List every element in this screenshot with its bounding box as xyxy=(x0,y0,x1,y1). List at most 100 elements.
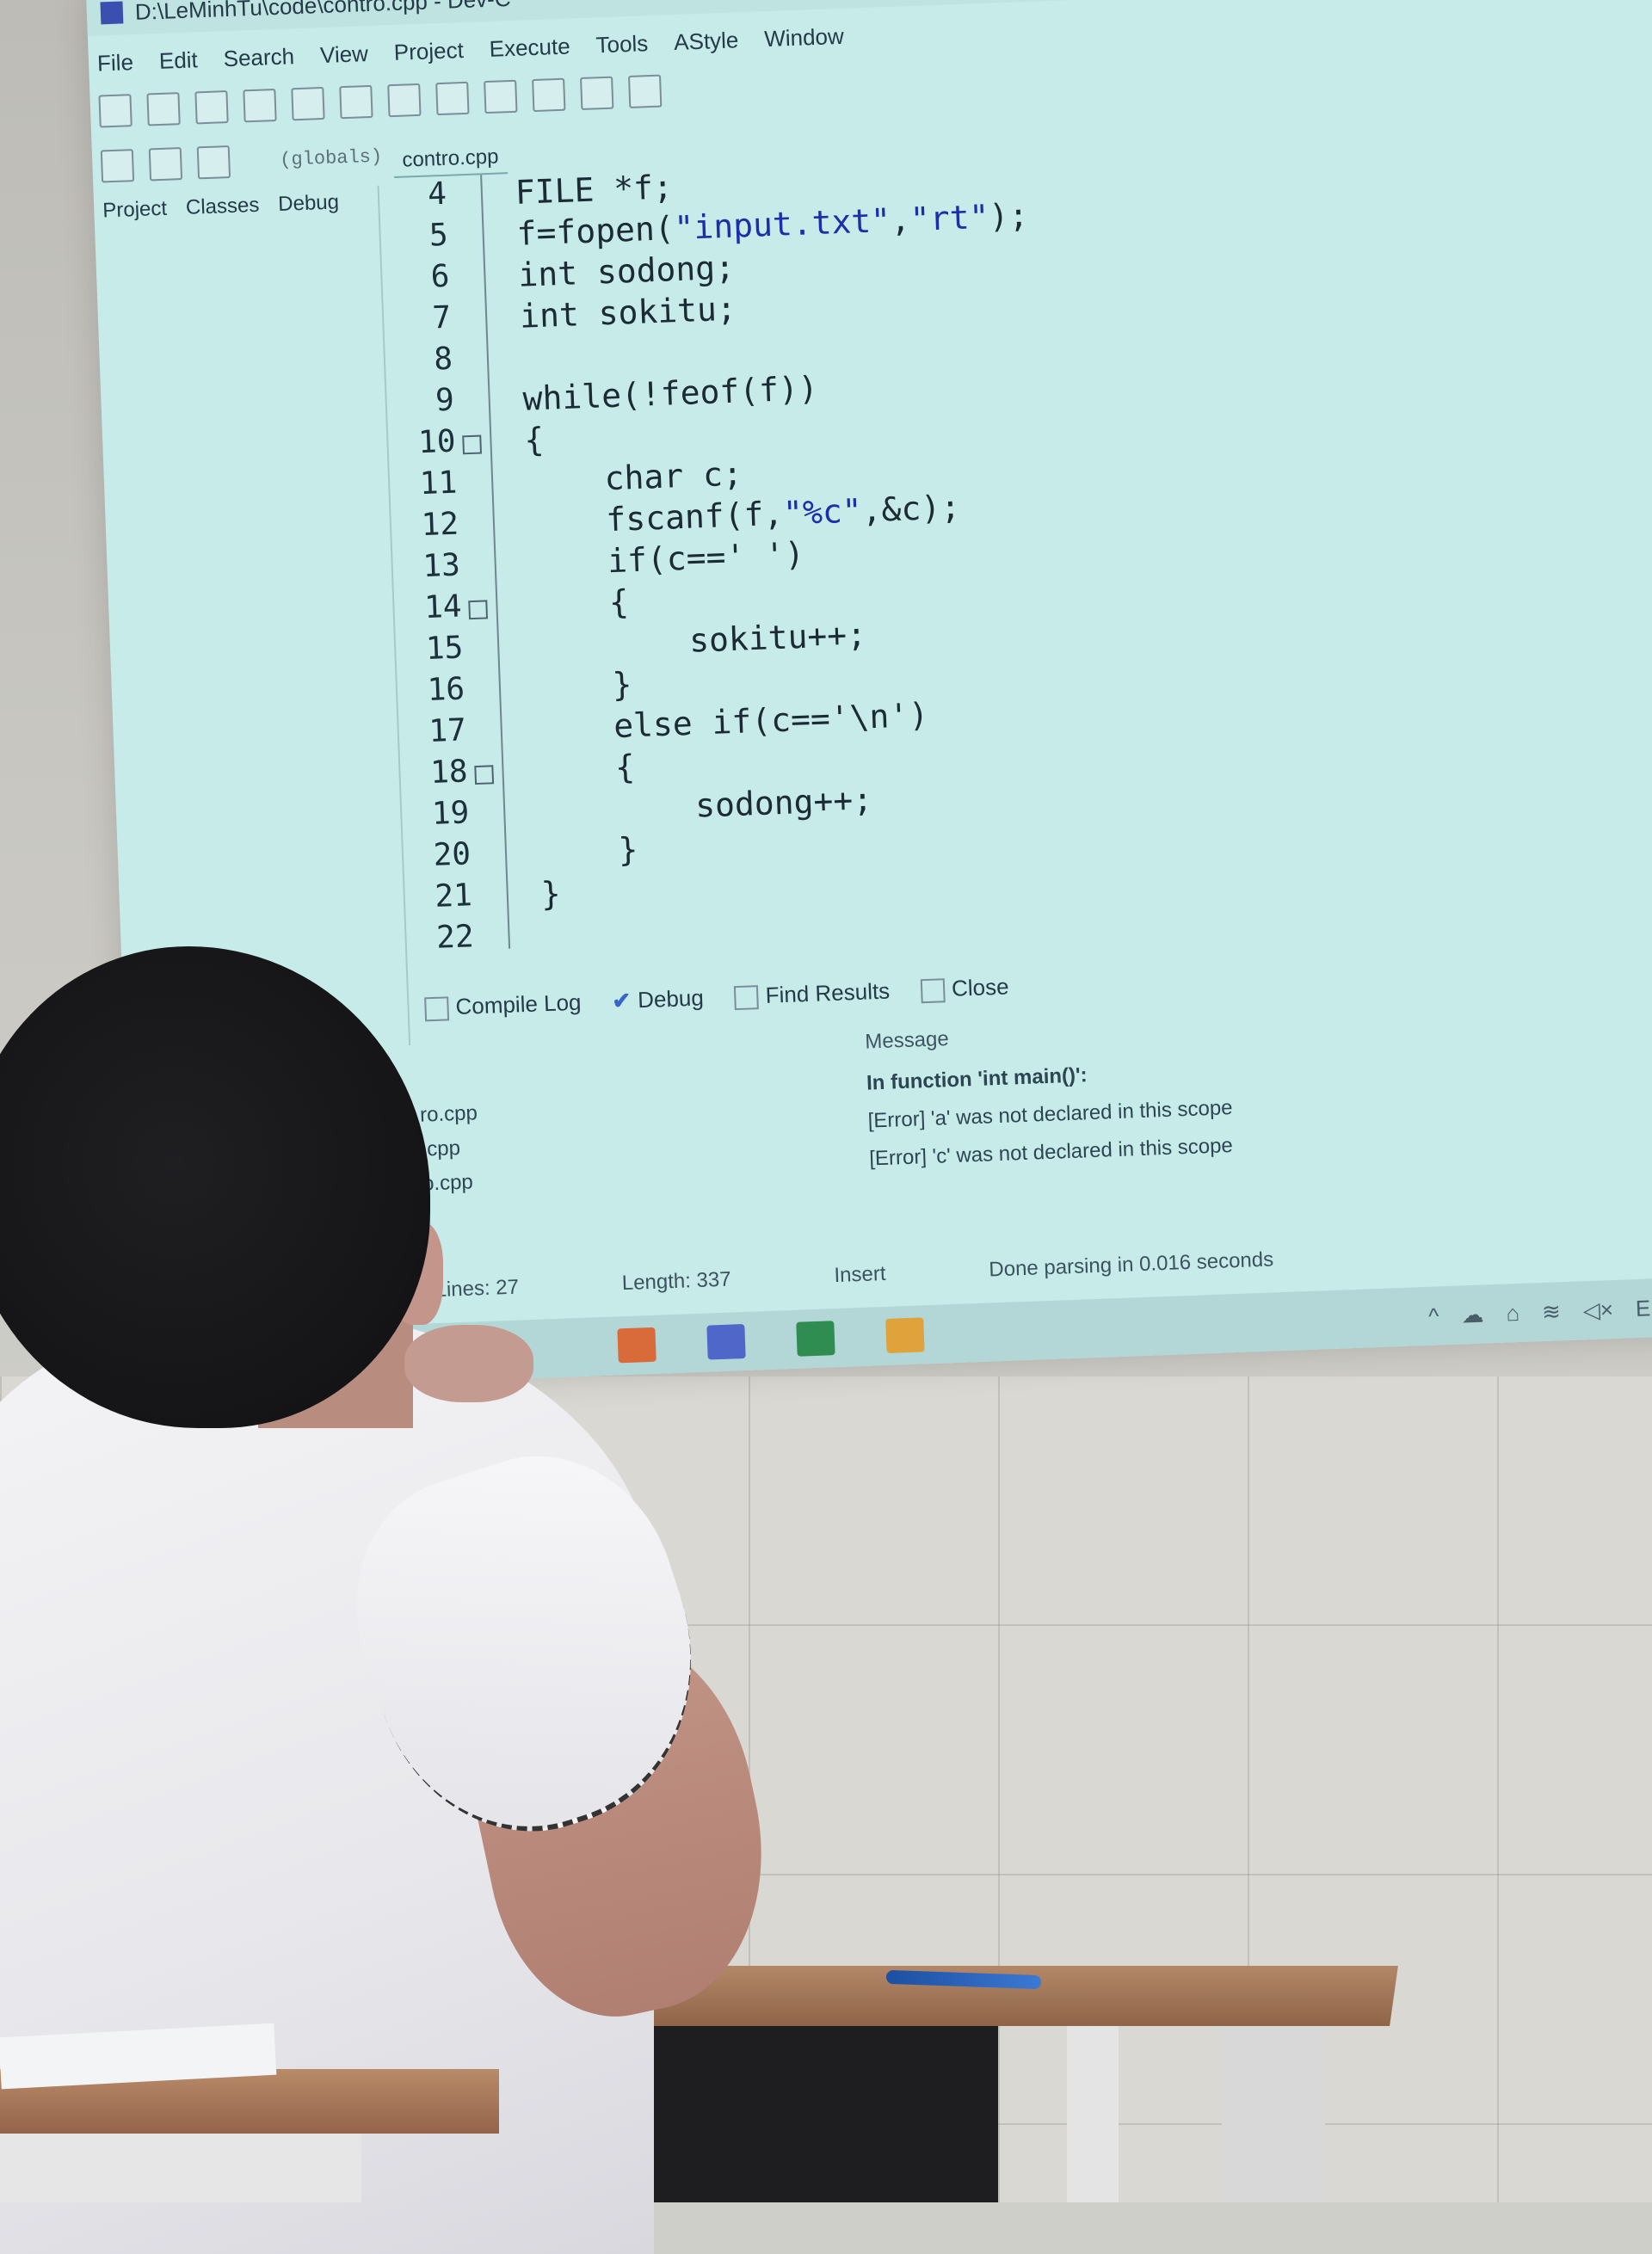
save-all-icon[interactable] xyxy=(243,89,277,123)
find-results-label: Find Results xyxy=(765,977,891,1008)
menu-execute[interactable]: Execute xyxy=(489,33,570,62)
project-remove-icon[interactable] xyxy=(196,145,231,180)
indent-icon[interactable] xyxy=(580,76,614,111)
code-text: { xyxy=(529,582,630,625)
tab-classes[interactable]: Classes xyxy=(185,194,259,220)
menu-file[interactable]: File xyxy=(97,49,134,77)
print-icon[interactable] xyxy=(339,84,373,120)
status-bar: Lines: 27 Length: 337 Insert Done parsin… xyxy=(435,1247,1273,1303)
language-indicator[interactable]: ENG xyxy=(1635,1293,1652,1321)
fold-toggle-icon[interactable] xyxy=(462,434,483,455)
line-number: 14 xyxy=(423,588,463,626)
line-number: 15 xyxy=(425,630,465,668)
line-number: 16 xyxy=(426,671,465,708)
line-number: 8 xyxy=(433,341,453,378)
status-mode: Insert xyxy=(833,1261,886,1288)
desk-leg xyxy=(1067,2022,1119,2202)
tab-debug[interactable]: Debug xyxy=(278,190,340,217)
code-text: int sokitu; xyxy=(519,289,737,336)
menu-view[interactable]: View xyxy=(319,40,368,69)
wifi-icon[interactable]: ≋ xyxy=(1541,1298,1561,1326)
line-number: 22 xyxy=(435,919,475,956)
find-results-icon xyxy=(734,985,760,1011)
string-literal: "input.txt" xyxy=(673,200,891,248)
line-number: 9 xyxy=(435,382,455,419)
code-text: { xyxy=(535,748,636,790)
menu-edit[interactable]: Edit xyxy=(158,46,198,75)
powerpoint-icon[interactable] xyxy=(617,1327,656,1364)
chevron-up-icon[interactable]: ^ xyxy=(1428,1303,1439,1329)
close-panel-icon xyxy=(920,978,946,1004)
project-new-icon[interactable] xyxy=(100,149,135,183)
devcpp-app-icon xyxy=(100,1,124,25)
message-file[interactable]: ro.cpp xyxy=(419,1096,478,1132)
fold-toggle-icon[interactable] xyxy=(468,600,489,620)
tab-project[interactable]: Project xyxy=(102,197,168,224)
string-literal: "%c" xyxy=(782,491,863,533)
code-text: int sodong; xyxy=(517,248,736,294)
status-length: Length: 337 xyxy=(621,1267,732,1296)
new-file-icon[interactable] xyxy=(98,94,133,128)
network-icon[interactable]: ⌂ xyxy=(1506,1299,1520,1327)
line-number: 20 xyxy=(432,836,472,873)
compile-log-label: Compile Log xyxy=(454,988,582,1020)
student-hand xyxy=(404,1325,533,1402)
message-column-header: Message xyxy=(864,1027,950,1054)
close-panel-button[interactable]: Close xyxy=(920,973,1010,1004)
line-number: 19 xyxy=(431,795,471,832)
menu-window[interactable]: Window xyxy=(764,22,845,52)
compile-log-icon xyxy=(424,996,450,1022)
line-number: 7 xyxy=(431,299,452,336)
menu-astyle[interactable]: AStyle xyxy=(674,27,739,56)
close-file-icon[interactable] xyxy=(291,86,325,121)
save-icon[interactable] xyxy=(194,90,229,125)
code-text: char c; xyxy=(525,454,743,501)
globals-dropdown[interactable]: (globals) xyxy=(280,145,383,170)
cloud-icon[interactable]: ☁ xyxy=(1461,1301,1484,1328)
message-file[interactable]: o.cpp xyxy=(422,1165,480,1201)
unindent-icon[interactable] xyxy=(628,74,663,108)
secondary-toolbar: (globals) xyxy=(100,134,384,189)
taskbar-apps xyxy=(617,1317,925,1364)
app-icon[interactable] xyxy=(885,1317,925,1353)
tab-compile-log[interactable]: Compile Log xyxy=(424,989,582,1022)
replace-icon[interactable] xyxy=(532,77,566,113)
find-icon[interactable] xyxy=(484,79,518,114)
fold-toggle-icon[interactable] xyxy=(474,765,495,785)
menu-tools[interactable]: Tools xyxy=(595,30,649,59)
redo-icon[interactable] xyxy=(435,81,470,116)
line-number: 17 xyxy=(428,712,467,749)
line-number: 6 xyxy=(429,258,451,295)
code-text: } xyxy=(539,830,639,872)
project-panel: Project Classes Debug xyxy=(93,185,411,1056)
left-panel-tabs: Project Classes Debug xyxy=(94,186,379,227)
tab-contro-cpp[interactable]: contro.cpp xyxy=(392,141,509,179)
devcpp-taskbar-icon[interactable] xyxy=(706,1323,746,1360)
line-number: 11 xyxy=(419,465,458,502)
tab-debug-output[interactable]: ✔ Debug xyxy=(612,985,704,1015)
desk-side-panel xyxy=(1222,2022,1325,2202)
close-label: Close xyxy=(951,973,1010,1001)
open-file-icon[interactable] xyxy=(146,92,181,126)
excel-icon[interactable] xyxy=(796,1321,835,1357)
line-number: 13 xyxy=(422,547,461,585)
code-text: FILE *f; xyxy=(515,168,674,212)
status-lines: Lines: 27 xyxy=(435,1275,520,1303)
title-bar: D:\LeMinhTu\code\contro.cpp - Dev-C xyxy=(86,0,1652,36)
message-file[interactable]: .cpp xyxy=(421,1130,479,1167)
menu-project[interactable]: Project xyxy=(393,36,464,65)
code-text: } xyxy=(540,874,562,914)
string-literal: "rt" xyxy=(909,197,990,239)
window-title: D:\LeMinhTu\code\contro.cpp - Dev-C xyxy=(134,0,512,25)
code-text: { xyxy=(523,420,546,459)
code-text: } xyxy=(533,665,633,707)
undo-icon[interactable] xyxy=(387,83,422,118)
menu-search[interactable]: Search xyxy=(223,43,294,72)
project-add-icon[interactable] xyxy=(148,147,183,182)
line-number: 12 xyxy=(420,506,459,544)
checkmark-icon: ✔ xyxy=(611,987,632,1014)
volume-icon[interactable]: ◁× xyxy=(1582,1296,1613,1323)
tab-find-results[interactable]: Find Results xyxy=(734,978,891,1011)
code-editor[interactable]: 4 FILE *f; 5 f=fopen("input.txt","rt"); 6 int… xyxy=(385,134,1619,987)
system-tray: ^ ☁ ⌂ ≋ ◁× ENG xyxy=(1428,1293,1652,1329)
